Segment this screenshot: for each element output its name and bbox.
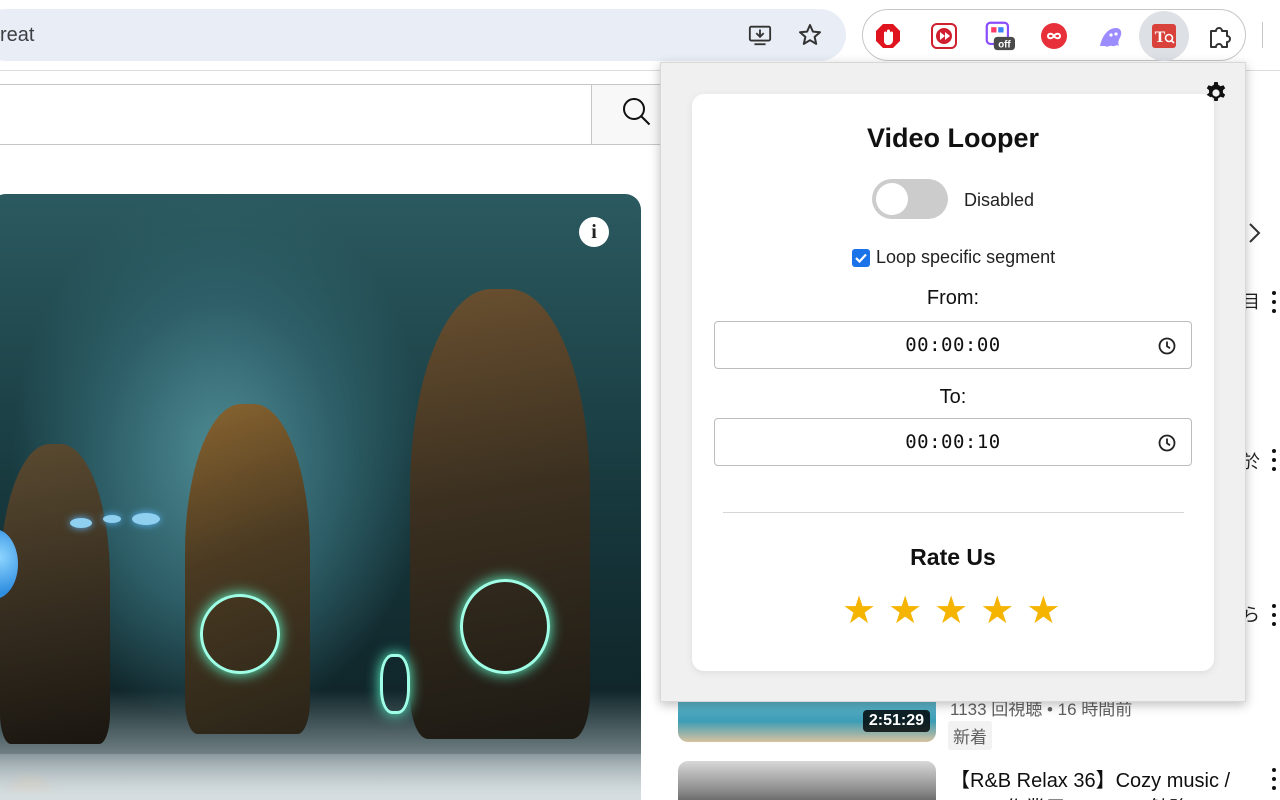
install-app-icon[interactable] (748, 23, 772, 47)
youtube-search-input[interactable] (0, 84, 593, 145)
clock-icon[interactable] (1157, 433, 1177, 453)
standing-stone (185, 404, 310, 734)
more-options-icon[interactable] (1270, 291, 1278, 313)
video-speed-icon[interactable] (929, 21, 959, 51)
extension-popup: Video Looper Disabled Loop specific segm… (660, 62, 1246, 702)
more-options-icon[interactable] (1270, 449, 1278, 471)
screen: reat off T i 目 於 ら 2:51:29 1133 回視聴 • 16… (0, 0, 1280, 800)
ublock-stop-icon[interactable] (873, 21, 903, 51)
standing-stone (0, 444, 110, 744)
star-icon[interactable]: ★ (888, 592, 922, 630)
bookmark-star-icon[interactable] (798, 23, 822, 47)
video-title-continued[interactable]: Chill | 作業用 / Relax | 勉強 (950, 792, 1189, 800)
enable-toggle[interactable] (872, 179, 948, 219)
to-label: To: (939, 386, 967, 408)
looper-card: Video Looper Disabled Loop specific segm… (692, 94, 1214, 671)
popup-title: Video Looper (866, 123, 1040, 153)
video-duration: 2:51:29 (862, 710, 930, 732)
rate-us-title: Rate Us (910, 544, 996, 570)
video-looper-active-icon[interactable]: T (1139, 11, 1189, 61)
puzzle-extensions-icon[interactable] (1205, 21, 1235, 51)
info-icon[interactable]: i (579, 217, 609, 247)
glowing-rune (460, 579, 550, 674)
more-options-icon[interactable] (1270, 768, 1278, 790)
address-text[interactable]: reat (0, 24, 34, 47)
loop-segment-row: Loop specific segment (852, 247, 1055, 268)
glowing-mushroom (70, 518, 92, 528)
to-time-input[interactable]: 00:00:10 (714, 418, 1192, 466)
browser-toolbar: reat off T (0, 0, 1280, 71)
chevron-right-icon[interactable] (1248, 222, 1262, 250)
address-bar[interactable]: reat (0, 9, 846, 61)
featured-video-thumbnail[interactable]: i (0, 194, 641, 800)
from-time-input[interactable]: 00:00:00 (714, 321, 1192, 369)
star-icon[interactable]: ★ (934, 592, 968, 630)
toggle-status-label: Disabled (964, 190, 1035, 210)
video-title[interactable]: 【R&B Relax 36】Cozy music / (950, 764, 1230, 793)
loop-segment-label[interactable]: Loop specific segment (876, 247, 1055, 268)
video-thumbnail[interactable] (678, 761, 936, 800)
loop-segment-checkbox[interactable] (852, 248, 870, 267)
star-icon[interactable]: ★ (842, 592, 876, 630)
from-label: From: (926, 287, 980, 309)
toggle-knob (876, 183, 908, 215)
snowy-ground (0, 754, 641, 800)
star-icon[interactable]: ★ (980, 592, 1014, 630)
more-options-icon[interactable] (1270, 604, 1278, 626)
glowing-mushroom (103, 515, 121, 523)
toolbar-separator (1262, 22, 1263, 48)
divider (723, 512, 1184, 513)
star-icon[interactable]: ★ (1026, 592, 1060, 630)
glowing-mushroom (132, 513, 160, 525)
svg-text:T: T (1155, 29, 1166, 46)
to-time-value[interactable]: 00:00:10 (715, 431, 1191, 453)
from-time-value[interactable]: 00:00:00 (715, 334, 1191, 356)
infinity-loop-icon[interactable] (1039, 21, 1069, 51)
extensions-bar: off T (862, 9, 1246, 61)
svg-text:off: off (998, 39, 1011, 50)
rating-stars: ★ ★ ★ ★ ★ (842, 592, 1060, 630)
search-icon (622, 97, 652, 132)
clock-icon[interactable] (1157, 336, 1177, 356)
tab-manager-off-icon[interactable]: off (985, 21, 1015, 51)
new-badge: 新着 (948, 721, 992, 750)
glowing-rune (380, 654, 410, 714)
youtube-search-button[interactable] (591, 84, 671, 145)
glowing-rune (200, 594, 280, 674)
ghost-icon[interactable] (1095, 21, 1125, 51)
